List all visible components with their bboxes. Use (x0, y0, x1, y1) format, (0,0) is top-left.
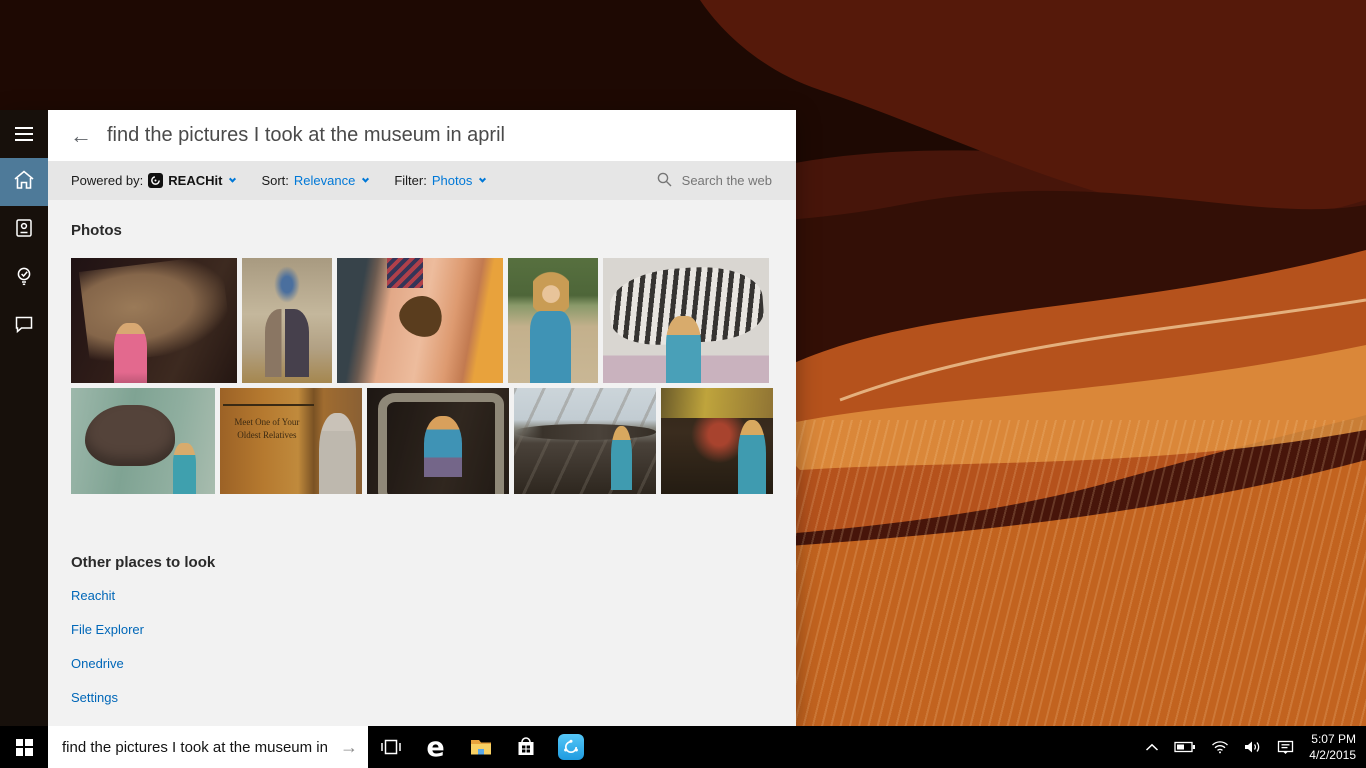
photo-thumbnail[interactable] (508, 258, 598, 383)
store-button[interactable] (503, 726, 548, 768)
edge-icon: e (426, 734, 444, 761)
sidebar-item-home[interactable] (0, 158, 48, 206)
other-place-link-onedrive[interactable]: Onedrive (71, 656, 124, 671)
shareit-icon (558, 734, 584, 760)
taskbar-app-icons: e (368, 726, 593, 768)
folder-icon (468, 734, 494, 760)
chevron-down-icon[interactable] (362, 176, 369, 183)
cortana-panel: ← find the pictures I took at the museum… (0, 110, 792, 726)
photo-thumbnail[interactable] (603, 258, 769, 383)
web-search-box[interactable]: Search the web (656, 171, 772, 191)
chevron-up-icon[interactable] (1145, 743, 1159, 752)
sort-group: Sort: Relevance (261, 173, 368, 188)
powered-by-group: Powered by: REACHit (71, 173, 235, 188)
submit-arrow-icon[interactable]: → (340, 738, 358, 756)
notebook-icon (13, 217, 35, 244)
taskbar-search-field[interactable]: find the pictures I took at the museum i… (48, 726, 368, 768)
other-places-title: Other places to look (71, 554, 773, 571)
clock-time: 5:07 PM (1309, 731, 1356, 747)
photos-section-title: Photos (71, 222, 773, 239)
back-arrow-icon[interactable]: ← (70, 125, 92, 147)
shareit-button[interactable] (548, 726, 593, 768)
results-toolbar: Powered by: REACHit Sort: Relevance Filt… (48, 161, 796, 200)
sidebar-item-feedback[interactable] (0, 302, 48, 350)
task-view-button[interactable] (368, 726, 413, 768)
other-place-link-settings[interactable]: Settings (71, 690, 118, 705)
menu-button[interactable] (0, 110, 48, 158)
filter-label: Filter: (394, 173, 427, 188)
photo-thumbnail[interactable] (71, 258, 237, 383)
provider-dropdown[interactable]: REACHit (168, 173, 222, 188)
file-explorer-button[interactable] (458, 726, 503, 768)
canyon-striations (786, 420, 1366, 768)
photo-thumbnail[interactable] (661, 388, 773, 494)
windows-logo-icon (16, 739, 33, 756)
photo-thumbnail[interactable]: Meet One of Your Oldest Relatives (220, 388, 362, 494)
photo-grid-row-1 (71, 258, 773, 383)
photo-thumbnail[interactable] (514, 388, 656, 494)
sidebar-item-reminders[interactable] (0, 254, 48, 302)
sort-label: Sort: (261, 173, 288, 188)
cortana-main: ← find the pictures I took at the museum… (48, 110, 796, 726)
action-center-icon[interactable] (1277, 740, 1294, 755)
hamburger-icon (15, 127, 33, 141)
store-icon (514, 735, 538, 759)
query-text: find the pictures I took at the museum i… (107, 124, 505, 147)
photo-thumbnail[interactable] (337, 258, 503, 383)
other-place-link-file-explorer[interactable]: File Explorer (71, 622, 144, 637)
search-icon (656, 171, 673, 191)
taskbar-clock[interactable]: 5:07 PM 4/2/2015 (1309, 731, 1356, 763)
battery-icon[interactable] (1174, 741, 1196, 753)
cortana-sidebar (0, 110, 48, 726)
chat-icon (13, 313, 35, 340)
wifi-icon[interactable] (1211, 740, 1229, 754)
chevron-down-icon[interactable] (229, 176, 236, 183)
sort-dropdown[interactable]: Relevance (294, 173, 355, 188)
results-content: Photos Meet One of Your Oldest Relatives… (48, 200, 796, 726)
system-tray: 5:07 PM 4/2/2015 (1145, 726, 1366, 768)
sidebar-item-notebook[interactable] (0, 206, 48, 254)
photo-thumbnail[interactable] (367, 388, 509, 494)
clock-date: 4/2/2015 (1309, 747, 1356, 763)
taskbar-search-value: find the pictures I took at the museum i… (62, 739, 332, 756)
photo-thumbnail[interactable] (71, 388, 215, 494)
home-icon (12, 168, 36, 197)
query-header: ← find the pictures I took at the museum… (48, 110, 796, 161)
web-search-placeholder: Search the web (682, 173, 772, 188)
lightbulb-check-icon (13, 265, 35, 292)
powered-by-label: Powered by: (71, 173, 143, 188)
volume-icon[interactable] (1244, 740, 1262, 754)
filter-dropdown[interactable]: Photos (432, 173, 472, 188)
photo-grid-row-2: Meet One of Your Oldest Relatives (71, 388, 773, 494)
museum-sign-text: Meet One of Your Oldest Relatives (224, 416, 309, 443)
other-places-section: Other places to look Reachit File Explor… (71, 554, 773, 705)
filter-group: Filter: Photos (394, 173, 485, 188)
reachit-logo-icon (148, 173, 163, 188)
photo-thumbnail[interactable] (242, 258, 332, 383)
edge-button[interactable]: e (413, 726, 458, 768)
start-button[interactable] (0, 726, 48, 768)
chevron-down-icon[interactable] (479, 176, 486, 183)
taskbar: find the pictures I took at the museum i… (0, 726, 1366, 768)
other-place-link-reachit[interactable]: Reachit (71, 588, 115, 603)
